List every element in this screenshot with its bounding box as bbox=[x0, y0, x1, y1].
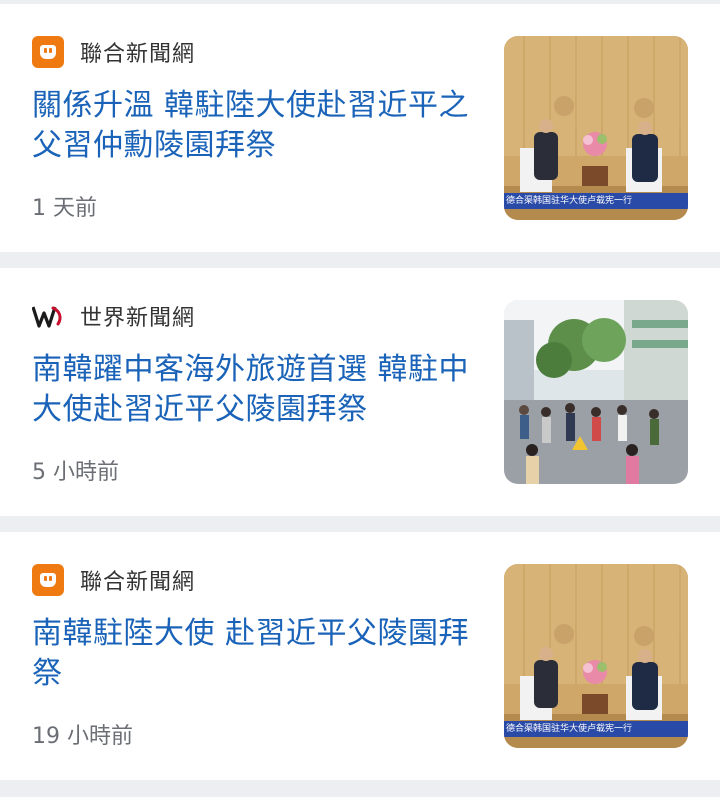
headline-link[interactable]: 關係升溫 韓駐陸大使赴習近平之父習仲勳陵園拜祭 bbox=[32, 86, 472, 166]
udn-plug-icon bbox=[32, 36, 64, 68]
thumbnail-image[interactable]: 德合渠韩国驻华大使卢载宪一行 bbox=[504, 36, 688, 220]
news-card[interactable]: 聯合新聞網 南韓駐陸大使 赴習近平父陵園拜祭 19 小時前 德合渠韩国驻华大使卢… bbox=[0, 532, 720, 780]
thumbnail-caption: 德合渠韩国驻华大使卢载宪一行 bbox=[506, 196, 633, 206]
source-name: 世界新聞網 bbox=[80, 306, 196, 331]
headline-link[interactable]: 南韓駐陸大使 赴習近平父陵園拜祭 bbox=[32, 614, 472, 694]
news-source: 世界新聞網 bbox=[32, 300, 195, 332]
news-source: 聯合新聞網 bbox=[32, 564, 195, 596]
world-journal-w-icon bbox=[32, 300, 64, 332]
timestamp: 19 小時前 bbox=[32, 724, 133, 749]
news-source: 聯合新聞網 bbox=[32, 36, 195, 68]
thumbnail-image[interactable]: 德合渠韩国驻华大使卢载宪一行 bbox=[504, 564, 688, 748]
source-name: 聯合新聞網 bbox=[80, 42, 196, 67]
udn-plug-icon bbox=[32, 564, 64, 596]
timestamp: 1 天前 bbox=[32, 196, 97, 221]
thumbnail-image[interactable] bbox=[504, 300, 688, 484]
headline-link[interactable]: 南韓躍中客海外旅遊首選 韓駐中大使赴習近平父陵園拜祭 bbox=[32, 350, 472, 430]
source-name: 聯合新聞網 bbox=[80, 570, 196, 595]
news-feed: 聯合新聞網 關係升溫 韓駐陸大使赴習近平之父習仲勳陵園拜祭 1 天前 德合渠韩国… bbox=[0, 0, 720, 797]
news-card[interactable]: 世界新聞網 南韓躍中客海外旅遊首選 韓駐中大使赴習近平父陵園拜祭 5 小時前 bbox=[0, 268, 720, 516]
timestamp: 5 小時前 bbox=[32, 460, 119, 485]
news-card[interactable]: 聯合新聞網 關係升溫 韓駐陸大使赴習近平之父習仲勳陵園拜祭 1 天前 德合渠韩国… bbox=[0, 4, 720, 252]
thumbnail-caption: 德合渠韩国驻华大使卢载宪一行 bbox=[506, 724, 633, 734]
